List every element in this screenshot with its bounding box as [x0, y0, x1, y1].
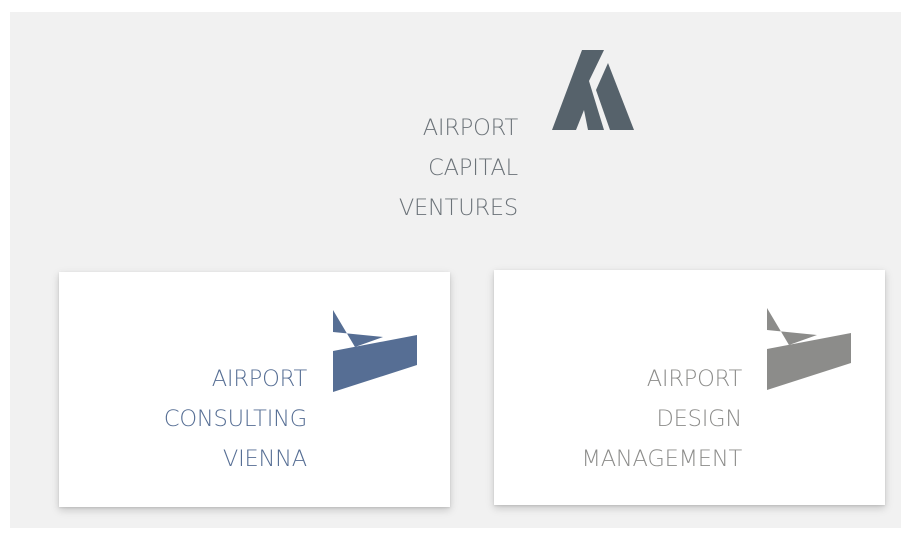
- card-line-1: AIRPORT: [646, 366, 742, 392]
- airport-design-management-card: AIRPORT DESIGN MANAGEMENT: [494, 270, 885, 505]
- card-line-2: CONSULTING: [163, 406, 307, 432]
- card-line-3: VIENNA: [222, 446, 307, 472]
- header-wordmark: AIRPORT CAPITAL VENTURES: [368, 108, 518, 228]
- airport-capital-ventures-logo: AIRPORT CAPITAL VENTURES: [368, 50, 638, 230]
- airport-consulting-vienna-card: AIRPORT CONSULTING VIENNA: [59, 272, 450, 507]
- card-wordmark: AIRPORT DESIGN MANAGEMENT: [582, 359, 743, 479]
- header-line-2: CAPITAL: [428, 155, 518, 181]
- card-line-1: AIRPORT: [211, 366, 307, 392]
- card-wordmark: AIRPORT CONSULTING VIENNA: [164, 359, 307, 479]
- card-line-2: DESIGN: [656, 406, 742, 432]
- header-line-3: VENTURES: [398, 195, 518, 221]
- chevron-arrow-icon: [767, 308, 851, 390]
- triangle-a-icon: [552, 50, 634, 130]
- chevron-arrow-icon: [333, 310, 417, 392]
- logo-showcase-canvas: AIRPORT CAPITAL VENTURES AIRPORT CONSULT…: [10, 12, 901, 528]
- header-line-1: AIRPORT: [422, 115, 518, 141]
- card-line-3: MANAGEMENT: [581, 446, 743, 472]
